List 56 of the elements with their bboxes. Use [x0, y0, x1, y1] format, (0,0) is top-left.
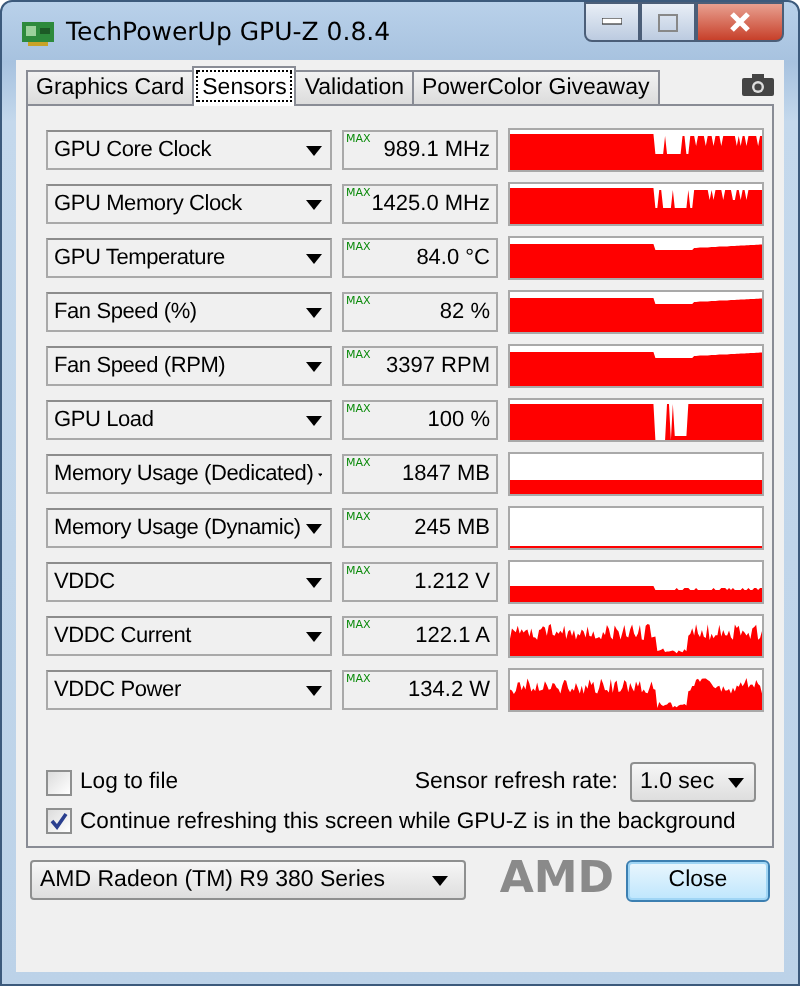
sensor-value: 82 %: [439, 300, 490, 324]
sensor-value: 3397 RPM: [386, 354, 490, 378]
refresh-rate-dropdown[interactable]: 1.0 sec: [630, 762, 756, 802]
graphics-card-icon: [22, 17, 54, 45]
refresh-rate-label: Sensor refresh rate:: [414, 770, 618, 794]
caret-icon: [306, 415, 322, 425]
caret-icon: [306, 145, 322, 155]
logo: AMD: [499, 856, 614, 904]
sensor-dropdown[interactable]: Fan Speed (%): [46, 292, 332, 332]
minimize-icon: [602, 18, 622, 26]
tab[interactable]: Validation: [294, 70, 414, 104]
sensor-dropdown[interactable]: GPU Core Clock: [46, 130, 332, 170]
checkbox-label: Log to file: [80, 770, 178, 794]
sensor-value: 245 MB: [414, 516, 490, 540]
sensor-dropdown[interactable]: GPU Load: [46, 400, 332, 440]
sensor-value: 122.1 A: [415, 624, 490, 648]
tab[interactable]: Graphics Card: [26, 70, 195, 104]
sensor-value: 100 %: [427, 408, 490, 432]
checkbox[interactable]: [46, 808, 72, 834]
sensor-dropdown[interactable]: Memory Usage (Dedicated): [46, 454, 332, 494]
caret-icon: [306, 199, 322, 209]
camera-icon[interactable]: [742, 74, 774, 96]
sensor-value: 1425.0 MHz: [371, 192, 490, 216]
close-window-button[interactable]: [696, 2, 784, 42]
sensor-value: 989.1 MHz: [383, 138, 490, 162]
sensor-dropdown[interactable]: GPU Temperature: [46, 238, 332, 278]
maximize-button[interactable]: [640, 2, 696, 42]
close-button[interactable]: Close: [626, 859, 770, 901]
sensor-dropdown[interactable]: Memory Usage (Dynamic): [46, 508, 332, 548]
sensor-dropdown[interactable]: GPU Memory Clock: [46, 184, 332, 224]
tab[interactable]: Sensors: [192, 66, 297, 106]
caret-icon: [728, 777, 744, 787]
sensor-dropdown[interactable]: VDDC Power: [46, 670, 332, 710]
sensor-dropdown[interactable]: VDDC: [46, 562, 332, 602]
checkbox[interactable]: [46, 769, 72, 795]
close-icon: [728, 12, 752, 32]
caret-icon: [306, 577, 322, 587]
checkbox-label: Continue refreshing this screen while GPU-Z is in the background: [80, 809, 736, 833]
minimize-button[interactable]: [584, 2, 640, 42]
gpu-dropdown[interactable]: AMD Radeon (TM) R9 380 Series: [30, 860, 466, 900]
caret-icon: [306, 523, 322, 533]
tab[interactable]: PowerColor Giveaway: [411, 70, 660, 104]
sensor-dropdown[interactable]: VDDC Current: [46, 616, 332, 656]
sensor-value: 1.212 V: [414, 570, 490, 594]
sensor-value: 1847 MB: [401, 462, 490, 486]
caret-icon: [306, 685, 322, 695]
sensor-value: 84.0 °C: [416, 246, 490, 270]
caret-icon: [306, 631, 322, 641]
caret-icon: [306, 307, 322, 317]
maximize-icon: [658, 13, 678, 31]
sensor-dropdown[interactable]: Fan Speed (RPM): [46, 346, 332, 386]
caret-icon: [306, 253, 322, 263]
sensor-value: 134.2 W: [408, 678, 490, 702]
caret-icon: [432, 875, 448, 885]
window-title: TechPowerUp GPU-Z 0.8.4: [66, 16, 393, 46]
caret-icon: [306, 361, 322, 371]
